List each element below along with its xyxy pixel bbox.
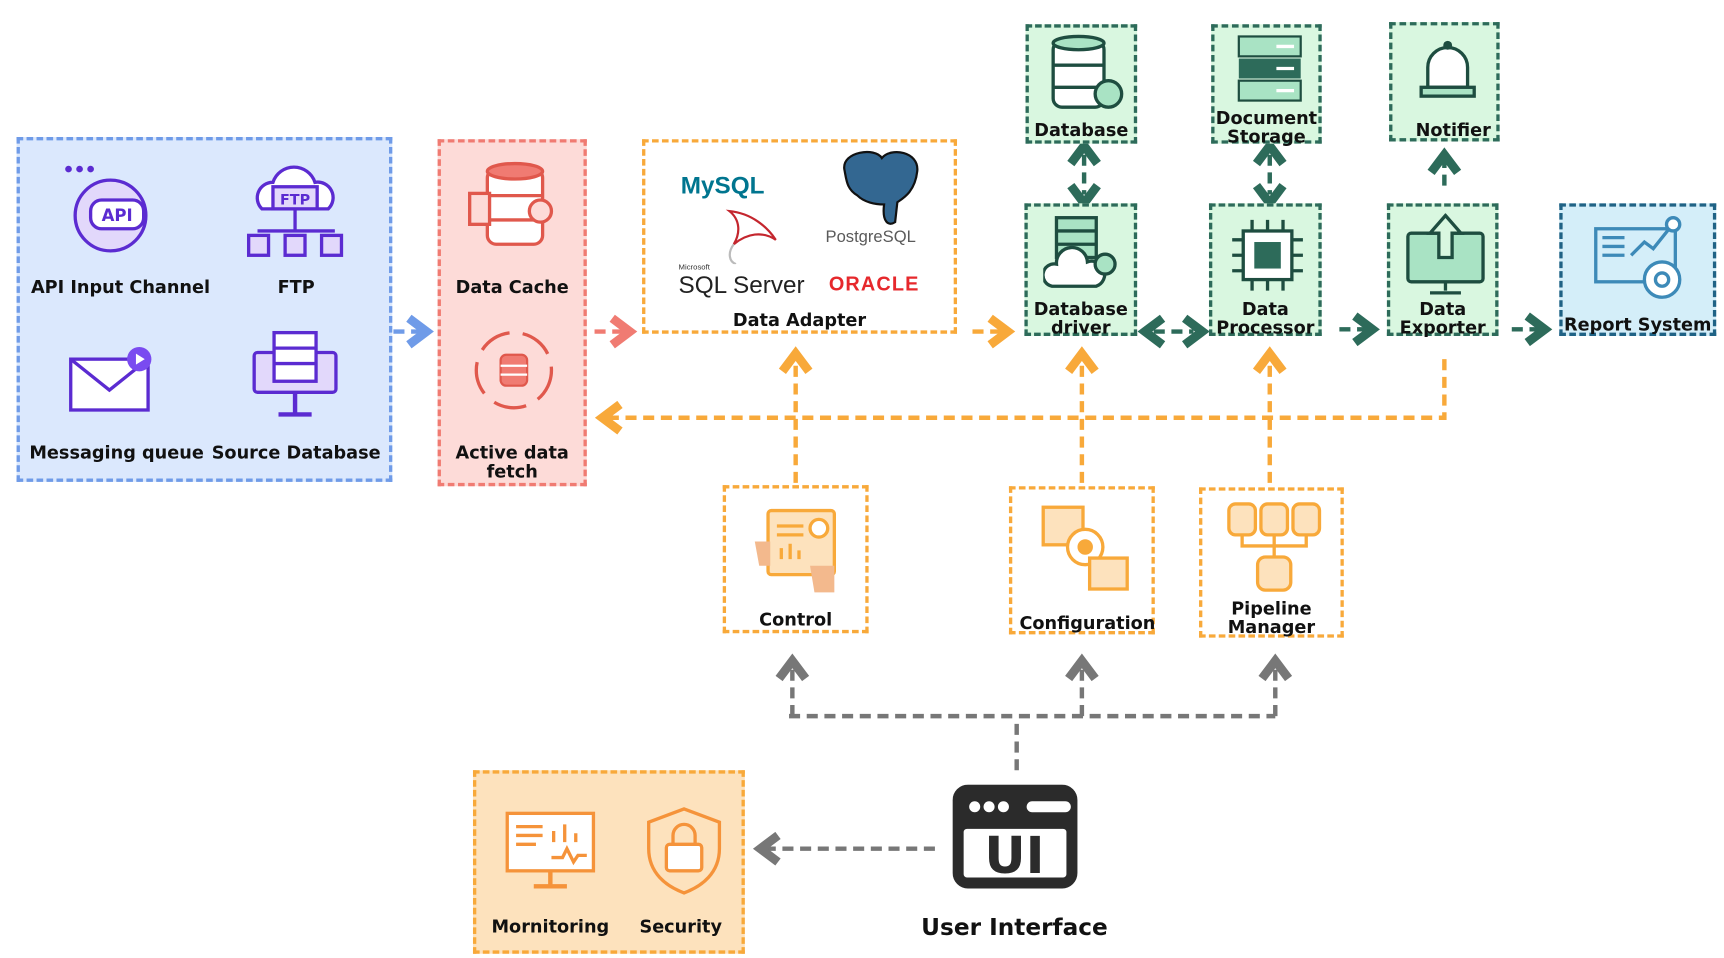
data-processor-label: Data Processor — [1216, 298, 1315, 339]
user-interface-label: User Interface — [921, 913, 1108, 941]
configuration-node[interactable]: Configuration — [1008, 486, 1155, 635]
cache-group: Data Cache Active data fetch — [437, 139, 587, 487]
report-analytics-icon — [1594, 216, 1682, 299]
export-monitor-icon — [1406, 213, 1485, 295]
database-cluster-icon — [1227, 502, 1322, 592]
ui-icon-text: UI — [984, 826, 1044, 885]
postgresql-elephant-icon — [843, 150, 919, 225]
security-shield-icon — [647, 807, 722, 895]
active-fetch-label: Active data fetch — [455, 442, 569, 482]
source-label-messaging: Messaging queue — [29, 442, 204, 464]
source-label-database: Source Database — [211, 442, 381, 464]
mysql-logo-text: MySQL — [680, 171, 765, 199]
svg-text:FTP: FTP — [280, 192, 310, 208]
pipeline-manager-label: Pipeline Manager — [1227, 597, 1316, 638]
database-sync-icon — [474, 330, 554, 410]
database-label: Database — [1034, 119, 1129, 141]
source-label-api: API Input Channel — [30, 276, 211, 298]
processor-chip-icon — [1232, 219, 1303, 291]
data-sources-group: API API Input Channel FTP FTP Messaging … — [16, 137, 393, 482]
cache-label: Data Cache — [455, 276, 569, 298]
arrow-feedback-bus — [594, 359, 1447, 435]
document-storage-label: Document Storage — [1215, 107, 1318, 147]
sql-server-icon — [725, 209, 777, 265]
bell-icon — [1419, 40, 1476, 98]
security-label: Security — [639, 916, 723, 938]
notifier-label: Notifier — [1415, 119, 1491, 141]
ftp-icon: FTP — [246, 165, 344, 257]
configuration-gear-icon — [1041, 505, 1129, 591]
database-driver-node: Database driver — [1024, 203, 1138, 339]
report-system-label: Report System — [1564, 313, 1712, 335]
database-icon — [1051, 34, 1124, 109]
database-gear-icon — [468, 161, 554, 246]
monitoring-label: Mornitoring — [491, 916, 610, 938]
control-node[interactable]: Control — [722, 485, 869, 634]
configuration-label: Configuration — [1019, 612, 1156, 634]
postgresql-logo: PostgreSQL — [826, 228, 916, 247]
source-label-ftp: FTP — [277, 276, 315, 298]
mysql-logo: MySQL — [681, 171, 765, 200]
pipeline-manager-node[interactable]: Pipeline Manager — [1199, 487, 1344, 638]
data-exporter-node: Data Exporter — [1386, 203, 1499, 339]
control-label: Control — [759, 608, 833, 630]
notifier-node: Notifier — [1389, 22, 1500, 142]
oracle-logo: ORACLE — [828, 272, 920, 296]
report-system-node: Report System — [1559, 203, 1717, 336]
postgresql-logo-text: PostgreSQL — [825, 227, 916, 247]
user-interface-icon[interactable]: UI — [952, 784, 1078, 889]
storage-server-icon — [1237, 35, 1302, 102]
data-exporter-label: Data Exporter — [1399, 298, 1486, 339]
database-driver-label: Database driver — [1033, 298, 1128, 339]
monitoring-security-group: Mornitoring Security — [472, 770, 745, 954]
document-storage-node: Document Storage — [1211, 24, 1322, 147]
control-panel-icon — [754, 508, 837, 593]
data-adapter-label: Data Adapter — [732, 309, 867, 331]
data-adapter-group: MySQL PostgreSQL Microsoft SQL Server OR… — [642, 139, 958, 334]
mail-icon — [69, 347, 152, 412]
data-processor-node: Data Processor — [1208, 203, 1322, 339]
sql-server-logo: SQL Server — [678, 270, 805, 299]
database-cloud-icon — [1043, 216, 1117, 288]
api-icon: API — [65, 165, 148, 253]
architecture-diagram: API API Input Channel FTP FTP Messaging … — [0, 0, 1724, 958]
monitoring-dashboard-icon — [505, 811, 596, 889]
database-node: Database — [1025, 24, 1138, 144]
arrow-ui-bus — [789, 713, 1276, 771]
server-monitor-icon — [252, 330, 338, 417]
svg-text:API: API — [102, 206, 133, 225]
